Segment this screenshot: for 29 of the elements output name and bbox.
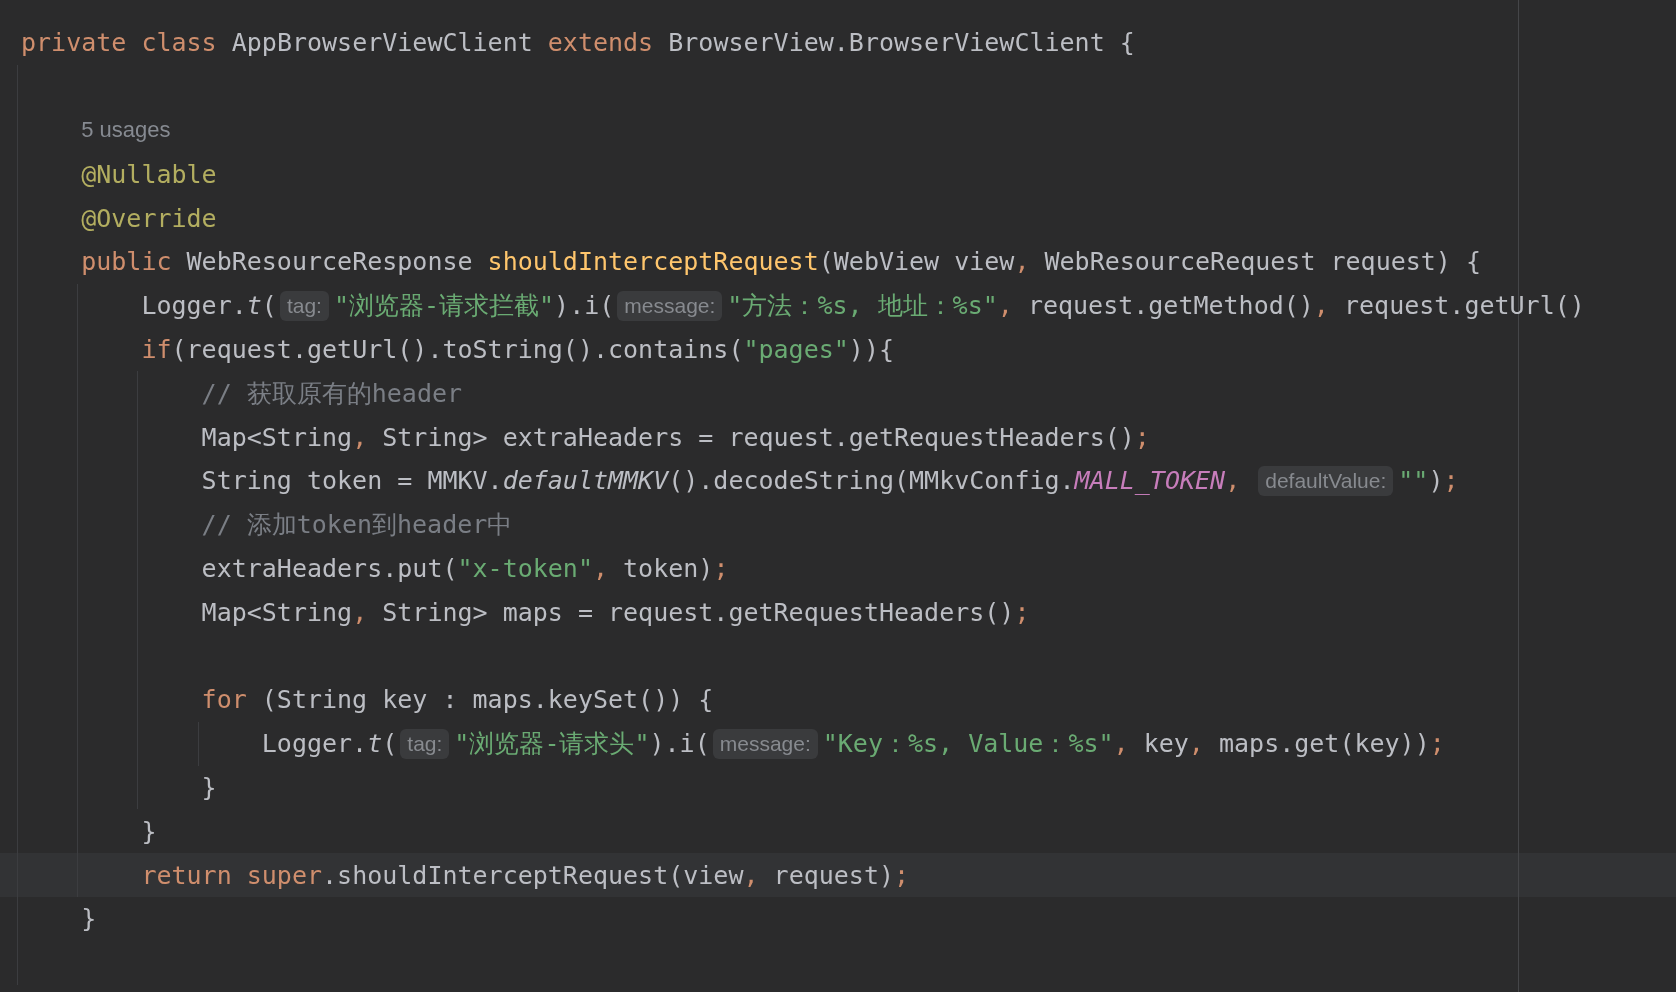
code-text: if(request.getUrl().toString().contains("pages")){	[141, 334, 894, 364]
code-text: }	[201, 772, 217, 802]
code-text: public WebResourceResponse shouldInterceptRequest(WebView view, WebResourceRequest request) {	[81, 247, 1481, 277]
code-text: "Key：%s, Value：%s", key, maps.get(key));	[822, 728, 1445, 761]
code-text: for (String key : maps.keySet()) {	[201, 685, 714, 715]
parameter-hint: tag:	[400, 728, 450, 759]
code-text: Logger.t(	[261, 729, 398, 759]
parameter-hint: defaultValue:	[1258, 465, 1394, 496]
code-text: private class AppBrowserViewClient extends BrowserView.BrowserViewClient {	[21, 28, 1135, 58]
code-text: extraHeaders.put("x-token", token);	[201, 553, 729, 583]
code-text: "浏览器-请求拦截").i(	[333, 290, 615, 323]
code-text: Map<String, String> extraHeaders = request.getRequestHeaders();	[201, 422, 1150, 452]
usages-link[interactable]: 5 usages	[81, 117, 171, 144]
code-text: }	[81, 904, 97, 934]
code-text: "浏览器-请求头").i(	[454, 728, 710, 761]
parameter-hint: tag:	[279, 290, 329, 321]
code-text: @Nullable	[81, 159, 217, 189]
code-text: // 添加token到header中	[201, 509, 513, 542]
parameter-hint: message:	[712, 728, 818, 759]
code-text: String token = MMKV.defaultMMKV().decodeString(MMkvConfig.MALL_TOKEN,	[201, 466, 1242, 496]
code-text: @Override	[81, 203, 217, 233]
code-text: }	[141, 816, 157, 846]
code-text: Logger.t(	[141, 291, 277, 321]
code-text: // 获取原有的header	[201, 377, 463, 410]
code-text: return super.shouldInterceptRequest(view, request);	[141, 860, 910, 890]
parameter-hint: message:	[617, 290, 723, 321]
code-text: "方法：%s, 地址：%s", request.getMethod(), request.getUrl()	[727, 290, 1585, 323]
code-text: Map<String, String> maps = request.getRequestHeaders();	[201, 597, 1030, 627]
code-text: "");	[1398, 466, 1459, 496]
